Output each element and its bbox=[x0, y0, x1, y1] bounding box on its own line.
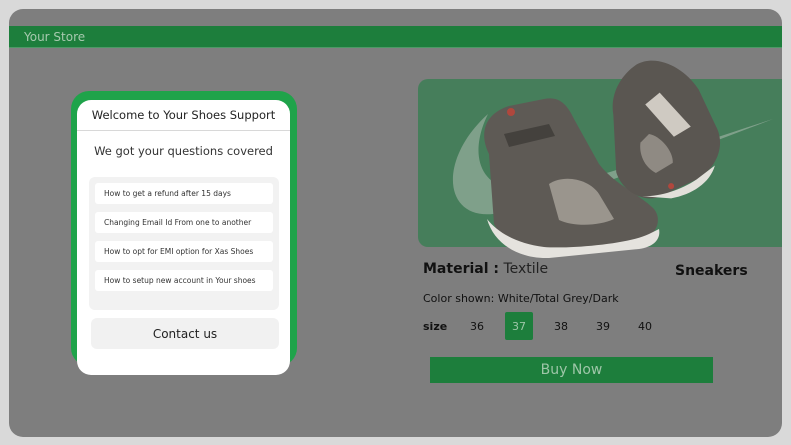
support-subtitle: We got your questions covered bbox=[94, 144, 273, 158]
faq-item-refund[interactable]: How to get a refund after 15 days bbox=[95, 183, 273, 204]
product-category: Sneakers bbox=[675, 263, 748, 279]
faq-list: How to get a refund after 15 days Changi… bbox=[89, 177, 279, 310]
size-selector: size 36 37 38 39 40 bbox=[423, 312, 673, 340]
faq-item-setup-account[interactable]: How to setup new account in Your shoes bbox=[95, 270, 273, 291]
size-option-38[interactable]: 38 bbox=[547, 312, 575, 340]
size-option-37[interactable]: 37 bbox=[505, 312, 533, 340]
material-info: Material : Textile bbox=[423, 261, 548, 277]
support-title: Welcome to Your Shoes Support bbox=[77, 100, 290, 131]
size-option-36[interactable]: 36 bbox=[463, 312, 491, 340]
material-label: Material : bbox=[423, 261, 499, 277]
size-label: size bbox=[423, 319, 448, 333]
size-option-39[interactable]: 39 bbox=[589, 312, 617, 340]
store-name[interactable]: Your Store bbox=[24, 30, 85, 44]
faq-item-emi-option[interactable]: How to opt for EMI option for Xas Shoes bbox=[95, 241, 273, 262]
color-info: Color shown: White/Total Grey/Dark bbox=[423, 292, 619, 305]
material-value: Textile bbox=[503, 261, 549, 277]
color-label: Color shown: bbox=[423, 292, 495, 305]
size-option-40[interactable]: 40 bbox=[631, 312, 659, 340]
contact-us-button[interactable]: Contact us bbox=[91, 318, 279, 349]
sneaker-image bbox=[484, 60, 720, 259]
color-value: White/Total Grey/Dark bbox=[497, 292, 619, 305]
support-popup: Welcome to Your Shoes Support We got you… bbox=[77, 100, 290, 375]
faq-item-change-email[interactable]: Changing Email Id From one to another bbox=[95, 212, 273, 233]
buy-now-button[interactable]: Buy Now bbox=[430, 357, 713, 383]
